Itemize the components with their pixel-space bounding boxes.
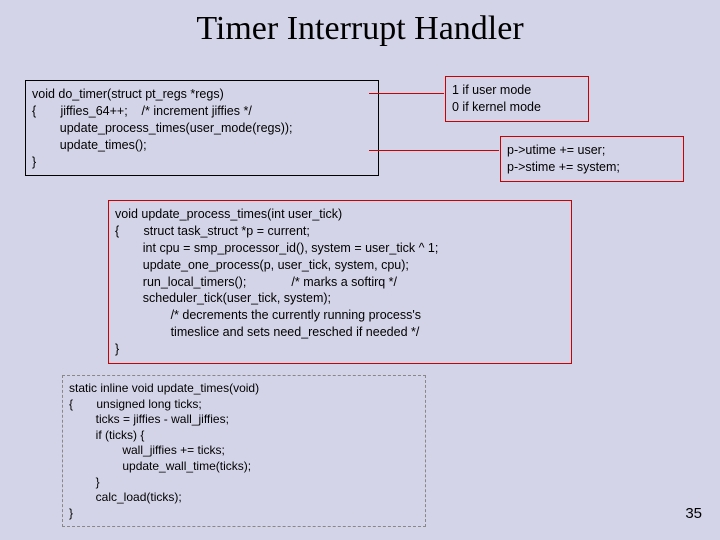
page-number: 35: [685, 505, 702, 522]
annotation-user-mode: 1 if user mode 0 if kernel mode: [445, 76, 589, 122]
annotation-utime-stime: p->utime += user; p->stime += system;: [500, 136, 684, 182]
slide-title: Timer Interrupt Handler: [0, 0, 720, 58]
code-do-timer: void do_timer(struct pt_regs *regs) { ji…: [25, 80, 379, 176]
code-update-process-times: void update_process_times(int user_tick)…: [108, 200, 572, 364]
code-update-times: static inline void update_times(void) { …: [62, 375, 426, 527]
connector-line: [369, 93, 444, 94]
connector-line: [369, 150, 499, 151]
